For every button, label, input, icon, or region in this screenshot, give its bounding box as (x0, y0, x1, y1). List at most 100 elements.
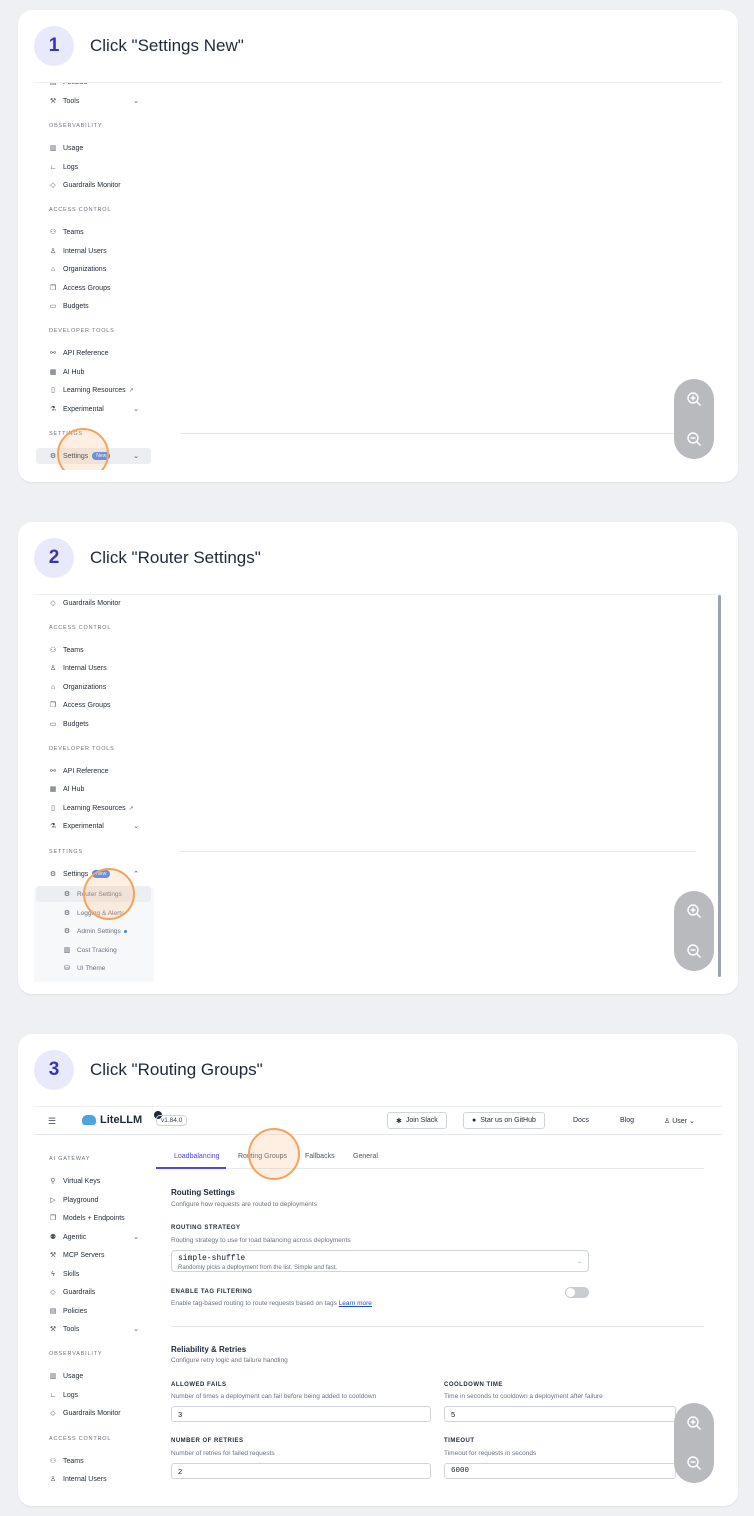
learn-more-link[interactable]: Learn more (339, 1300, 372, 1307)
sidebar-item-learning-resources[interactable]: ▯ Learning Resources ↗ (36, 382, 151, 398)
allowed-fails-desc: Number of times a deployment can fail be… (171, 1393, 377, 1400)
tab-loadbalancing[interactable]: Loadbalancing (174, 1153, 220, 1160)
paint-icon: ⛁ (64, 965, 70, 972)
retries-desc: Number of retries for failed requests (171, 1450, 275, 1457)
section-developer-tools: DEVELOPER TOOLS (49, 328, 115, 334)
sidebar-item-guardrails-monitor[interactable]: ◇ Guardrails Monitor (36, 177, 151, 193)
github-icon: ● (472, 1117, 477, 1124)
tab-general[interactable]: General (353, 1153, 378, 1160)
step-card-1: 1 Click "Settings New" ▤ Policies ⚒ Tools ⌄… (18, 10, 738, 482)
sidebar-item-teams[interactable]: ⚇ Teams (36, 642, 151, 658)
sidebar-item-playground[interactable]: ▷ Playground (36, 1192, 151, 1208)
sidebar-item-usage[interactable]: ▥ Usage (36, 1368, 151, 1384)
section-observability: OBSERVABILITY (49, 1351, 103, 1357)
robot-icon: ⚉ (49, 1234, 57, 1241)
zoom-out-icon[interactable] (674, 931, 714, 971)
sidebar-item-ai-hub[interactable]: ▦ AI Hub (36, 364, 151, 380)
sidebar-item-logs[interactable]: ∟ Logs (36, 159, 151, 175)
scrollbar[interactable] (718, 595, 721, 977)
copy-icon: ❐ (49, 285, 57, 292)
sidebar-item-budgets[interactable]: ▭ Budgets (36, 716, 151, 732)
routing-strategy-select[interactable]: simple-shuffle Randomly picks a deployme… (171, 1250, 589, 1272)
cooldown-input[interactable]: 5 (444, 1406, 676, 1422)
sidebar-item-logs[interactable]: ∟ Logs (36, 1387, 151, 1403)
docs-link[interactable]: Docs (573, 1117, 589, 1124)
tab-fallbacks[interactable]: Fallbacks (305, 1153, 335, 1160)
zoom-in-icon[interactable] (674, 891, 714, 931)
tag-filtering-desc: Enable tag-based routing to route reques… (171, 1300, 372, 1307)
sidebar-item-internal-users[interactable]: ♙ Internal Users (36, 243, 151, 259)
sidebar-item-organizations[interactable]: ⌂ Organizations (36, 261, 151, 277)
chevron-down-icon: ⌄ (133, 1234, 139, 1241)
step-header: 1 Click "Settings New" (34, 26, 244, 66)
sidebar-item-policies[interactable]: ▤ Policies (36, 83, 151, 90)
chevron-down-icon: ⌄ (687, 1118, 695, 1125)
sidebar-item-tools[interactable]: ⚒ Tools ⌄ (36, 1321, 151, 1337)
sidebar-item-cost-tracking[interactable]: ▥ Cost Tracking (36, 942, 151, 958)
sidebar-item-experimental[interactable]: ⚗ Experimental ⌄ (36, 401, 151, 417)
bank-icon: ⌂ (50, 683, 56, 691)
sidebar-item-budgets[interactable]: ▭ Budgets (36, 298, 151, 314)
sidebar-item-guardrails[interactable]: ◇ Guardrails (36, 1284, 151, 1300)
sidebar-item-guardrails-monitor[interactable]: ◇ Guardrails Monitor (36, 1405, 151, 1421)
sidebar-item-api-reference[interactable]: ⚯ API Reference (36, 763, 151, 779)
sidebar-item-organizations[interactable]: ⌂ Organizations (36, 679, 151, 695)
divider (171, 1326, 704, 1327)
sidebar-item-learning-resources[interactable]: ▯ Learning Resources ↗ (36, 800, 151, 816)
sidebar-item-mcp-servers[interactable]: ⚒ MCP Servers (36, 1247, 151, 1263)
link-icon: ⚯ (50, 768, 56, 775)
external-link-icon: ↗ (128, 387, 134, 394)
sidebar-item-usage[interactable]: ▥ Usage (36, 140, 151, 156)
sidebar-item-access-groups[interactable]: ❐ Access Groups (36, 280, 151, 296)
sidebar-item-policies[interactable]: ▤ Policies (36, 1303, 151, 1319)
join-slack-button[interactable]: ✱ Join Slack (387, 1112, 447, 1129)
line-chart-icon: ∟ (49, 163, 57, 171)
sidebar-item-ai-hub[interactable]: ▦ AI Hub (36, 781, 151, 797)
timeout-input[interactable]: 6000 (444, 1463, 676, 1479)
sidebar-item-access-groups[interactable]: ❐ Access Groups (36, 697, 151, 713)
zoom-out-icon[interactable] (674, 419, 714, 459)
sidebar-item-skills[interactable]: ϟ Skills (36, 1266, 151, 1282)
sidebar-item-models-endpoints[interactable]: ❐ Models + Endpoints (36, 1210, 151, 1226)
step-number: 1 (34, 26, 74, 66)
routing-strategy-value-desc: Randomly picks a deployment from the lis… (178, 1265, 338, 1271)
zoom-in-icon[interactable] (674, 1403, 714, 1443)
zoom-in-icon[interactable] (674, 379, 714, 419)
screenshot-viewport: ◇ Guardrails Monitor ACCESS CONTROL ⚇ Team… (34, 594, 722, 982)
status-dot (123, 929, 127, 933)
wrench-icon: ⚒ (49, 98, 57, 105)
blog-link[interactable]: Blog (620, 1117, 634, 1124)
allowed-fails-input[interactable]: 3 (171, 1406, 431, 1422)
user-menu[interactable]: ♙ User ⌄ (664, 1117, 695, 1125)
sidebar-item-ui-theme[interactable]: ⛁ UI Theme (36, 960, 151, 976)
menu-icon[interactable]: ☰ (48, 1116, 56, 1127)
sidebar-item-virtual-keys[interactable]: ⚲ Virtual Keys (36, 1173, 151, 1189)
sidebar-item-admin-settings[interactable]: ⚙ Admin Settings (36, 923, 151, 939)
star-github-button[interactable]: ● Star us on GitHub (463, 1112, 545, 1129)
version-badge: v1.84.0 (156, 1115, 188, 1126)
key-icon: ⚲ (50, 1178, 56, 1185)
tag-filtering-toggle[interactable] (565, 1287, 589, 1298)
shield-icon: ◇ (50, 182, 56, 189)
gear-icon: ⚙ (63, 928, 71, 935)
sidebar-item-internal-users[interactable]: ♙ Internal Users (36, 1471, 151, 1487)
user-icon: ♙ (664, 1118, 673, 1125)
team-icon: ⚇ (49, 647, 57, 654)
zoom-controls (674, 379, 714, 459)
step-title: Click "Router Settings" (90, 548, 261, 567)
chart-icon: ▥ (49, 145, 57, 152)
sidebar-item-guardrails-monitor[interactable]: ◇ Guardrails Monitor (36, 595, 151, 611)
sidebar-item-teams[interactable]: ⚇ Teams (36, 1453, 151, 1469)
sidebar-item-teams[interactable]: ⚇ Teams (36, 224, 151, 240)
sidebar-item-internal-users[interactable]: ♙ Internal Users (36, 660, 151, 676)
zoom-out-icon[interactable] (674, 1443, 714, 1483)
slack-icon: ✱ (396, 1117, 402, 1125)
retries-input[interactable]: 2 (171, 1463, 431, 1479)
sidebar-item-tools[interactable]: ⚒ Tools ⌄ (36, 93, 151, 109)
sidebar-item-agentic[interactable]: ⚉ Agentic ⌄ (36, 1229, 151, 1245)
sidebar-item-experimental[interactable]: ⚗ Experimental ⌄ (36, 818, 151, 834)
chevron-down-icon: ⌄ (133, 453, 139, 460)
sidebar-item-api-reference[interactable]: ⚯ API Reference (36, 345, 151, 361)
app-logo[interactable]: LiteLLM (82, 1114, 142, 1126)
grid-icon: ▦ (49, 786, 57, 793)
